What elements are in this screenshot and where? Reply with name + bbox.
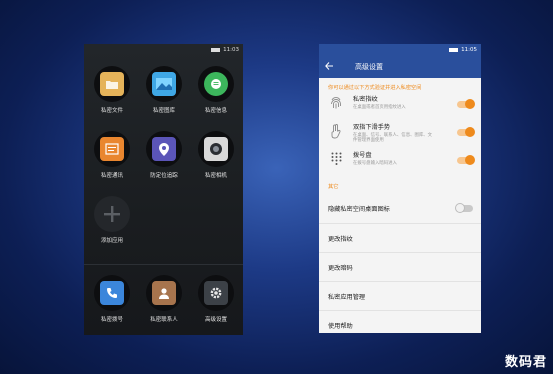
gallery-icon [152,72,176,96]
app-label: 防定位追踪 [150,173,178,179]
row-label: 更改指纹 [328,235,353,243]
app-label: 私密相机 [204,173,227,179]
battery-icon [449,48,459,52]
app-private-contacts-book[interactable]: 私密通讯 [84,131,140,179]
app-advanced-settings[interactable]: 高级设置 [188,275,243,323]
message-icon [204,72,228,96]
method-desc: 在桌面或者首页用指纹进入 [353,105,406,110]
app-label: 私密图库 [152,108,175,114]
method-desc: 在拨号盘输入暗码进入 [353,161,397,166]
app-private-dialer[interactable]: 私密拨号 [84,275,140,323]
page-title: 高级设置 [355,63,383,71]
status-time: 11:03 [223,47,239,53]
verification-hint: 你可以通过以下方式验证并进入私密空间 [328,85,422,91]
back-arrow-icon[interactable] [325,61,341,73]
method-two-finger-gesture: 双指下滑手势 在桌面、信号、联系人、信息、图库、文件管理界面使用 [319,122,481,150]
row-label: 使用帮助 [328,322,353,330]
two-finger-gesture-icon [319,122,353,139]
two-finger-gesture-toggle[interactable] [457,127,475,137]
app-anti-tracking[interactable]: 防定位追踪 [136,131,192,179]
hide-desktop-icon-row[interactable]: 隐藏私密空间桌面图标 [319,194,481,223]
app-label: 私密通讯 [100,173,123,179]
dock-divider [84,264,243,265]
location-pin-icon [152,137,176,161]
camera-icon [204,137,228,161]
app-label: 私密文件 [100,108,123,114]
left-phone-screen: 11:03 私密文件 私密图库 私密信息 私密通讯 防定位追踪 私密相机 添加应… [84,44,243,335]
fingerprint-toggle[interactable] [457,99,475,109]
app-private-files[interactable]: 私密文件 [84,66,140,114]
person-icon [152,281,176,305]
plus-icon [100,202,124,226]
method-fingerprint: 私密指纹 在桌面或者首页用指纹进入 [319,94,481,122]
change-passcode-row[interactable]: 更改暗码 [319,252,481,281]
dialpad-toggle[interactable] [457,155,475,165]
method-dialpad: 拨号盘 在拨号盘输入暗码进入 [319,150,481,178]
status-bar: 11:05 [319,44,481,56]
method-desc: 在桌面、信号、联系人、信息、图库、文件管理界面使用 [353,133,433,144]
help-row[interactable]: 使用帮助 [319,310,481,333]
app-label: 添加应用 [100,238,123,244]
app-private-gallery[interactable]: 私密图库 [136,66,192,114]
app-label: 高级设置 [204,317,227,323]
gear-icon [204,281,228,305]
row-label: 更改暗码 [328,264,353,272]
battery-icon [211,48,221,52]
dialpad-icon [319,150,353,165]
add-app-button[interactable]: 添加应用 [84,196,140,244]
phone-icon [100,281,124,305]
app-label: 私密联系人 [150,317,178,323]
watermark: 数码君 [504,355,547,370]
app-private-contacts[interactable]: 私密联系人 [136,275,192,323]
contacts-book-icon [100,137,124,161]
row-label: 隐藏私密空间桌面图标 [328,206,390,213]
app-label: 私密信息 [204,108,227,114]
folder-icon [100,72,124,96]
app-bar: 高级设置 [319,56,481,78]
status-time: 11:05 [461,47,477,53]
hide-desktop-icon-toggle[interactable] [455,203,473,213]
fingerprint-icon [319,94,353,110]
private-app-management-row[interactable]: 私密应用管理 [319,281,481,310]
app-private-camera[interactable]: 私密相机 [188,131,243,179]
section-other-header: 其它 [328,184,339,190]
status-bar: 11:03 [84,44,243,56]
app-private-messages[interactable]: 私密信息 [188,66,243,114]
row-label: 私密应用管理 [328,293,366,301]
right-phone-screen: 11:05 高级设置 你可以通过以下方式验证并进入私密空间 私密指纹 在桌面或者… [319,44,481,333]
change-fingerprint-row[interactable]: 更改指纹 [319,223,481,252]
app-label: 私密拨号 [100,317,123,323]
